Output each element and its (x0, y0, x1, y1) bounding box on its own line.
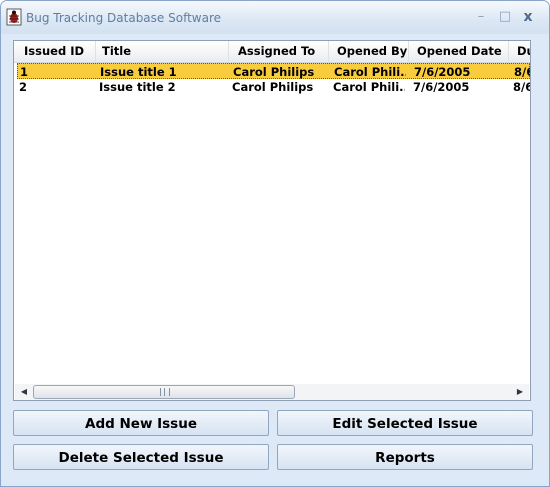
maximize-button[interactable]: □ (494, 7, 516, 27)
edit-selected-issue-button[interactable]: Edit Selected Issue (277, 410, 533, 436)
scroll-left-arrow-icon[interactable]: ◀ (16, 384, 32, 400)
add-new-issue-button[interactable]: Add New Issue (13, 410, 269, 436)
cell-opened-date: 7/6/2005 (413, 80, 470, 94)
cell-title: Issue title 2 (99, 80, 176, 94)
title-bar[interactable]: Bug Tracking Database Software – □ x (1, 1, 549, 34)
minimize-button[interactable]: – (470, 7, 492, 27)
issues-list[interactable]: Issued ID Title Assigned To Opened By Op… (13, 40, 531, 401)
column-header-assigned-to[interactable]: Assigned To (229, 41, 329, 62)
bug-icon (6, 8, 22, 26)
table-row[interactable]: 1 Issue title 1 Carol Philips Carol Phil… (17, 63, 530, 79)
column-header-due[interactable]: Du (509, 41, 530, 62)
column-header-title[interactable]: Title (96, 41, 229, 62)
column-header-opened-by[interactable]: Opened By (329, 41, 409, 62)
cell-issue-id: 1 (20, 65, 29, 79)
grip-icon (160, 388, 170, 396)
scroll-right-arrow-icon[interactable]: ▶ (512, 384, 528, 400)
app-window: Bug Tracking Database Software – □ x Iss… (0, 0, 550, 487)
horizontal-scrollbar[interactable]: ◀ ▶ (15, 384, 529, 400)
column-header-issued-id[interactable]: Issued ID (14, 41, 96, 62)
cell-issue-id: 2 (19, 80, 28, 94)
cell-opened-by: Carol Phili... (333, 80, 405, 94)
close-button[interactable]: x (517, 7, 539, 27)
delete-selected-issue-button[interactable]: Delete Selected Issue (13, 444, 269, 470)
window-title: Bug Tracking Database Software (26, 11, 222, 25)
cell-title: Issue title 1 (100, 65, 177, 79)
reports-button[interactable]: Reports (277, 444, 533, 470)
cell-opened-by: Carol Phili... (334, 65, 406, 79)
cell-due: 8/6 (513, 80, 530, 94)
column-header-opened-date[interactable]: Opened Date (409, 41, 509, 62)
cell-due: 8/6 (514, 65, 530, 79)
table-row[interactable]: 2 Issue title 2 Carol Philips Carol Phil… (17, 79, 530, 95)
scroll-thumb[interactable] (33, 385, 295, 399)
cell-opened-date: 7/6/2005 (414, 65, 471, 79)
list-header: Issued ID Title Assigned To Opened By Op… (14, 41, 530, 63)
cell-assigned-to: Carol Philips (233, 65, 315, 79)
cell-assigned-to: Carol Philips (232, 80, 314, 94)
